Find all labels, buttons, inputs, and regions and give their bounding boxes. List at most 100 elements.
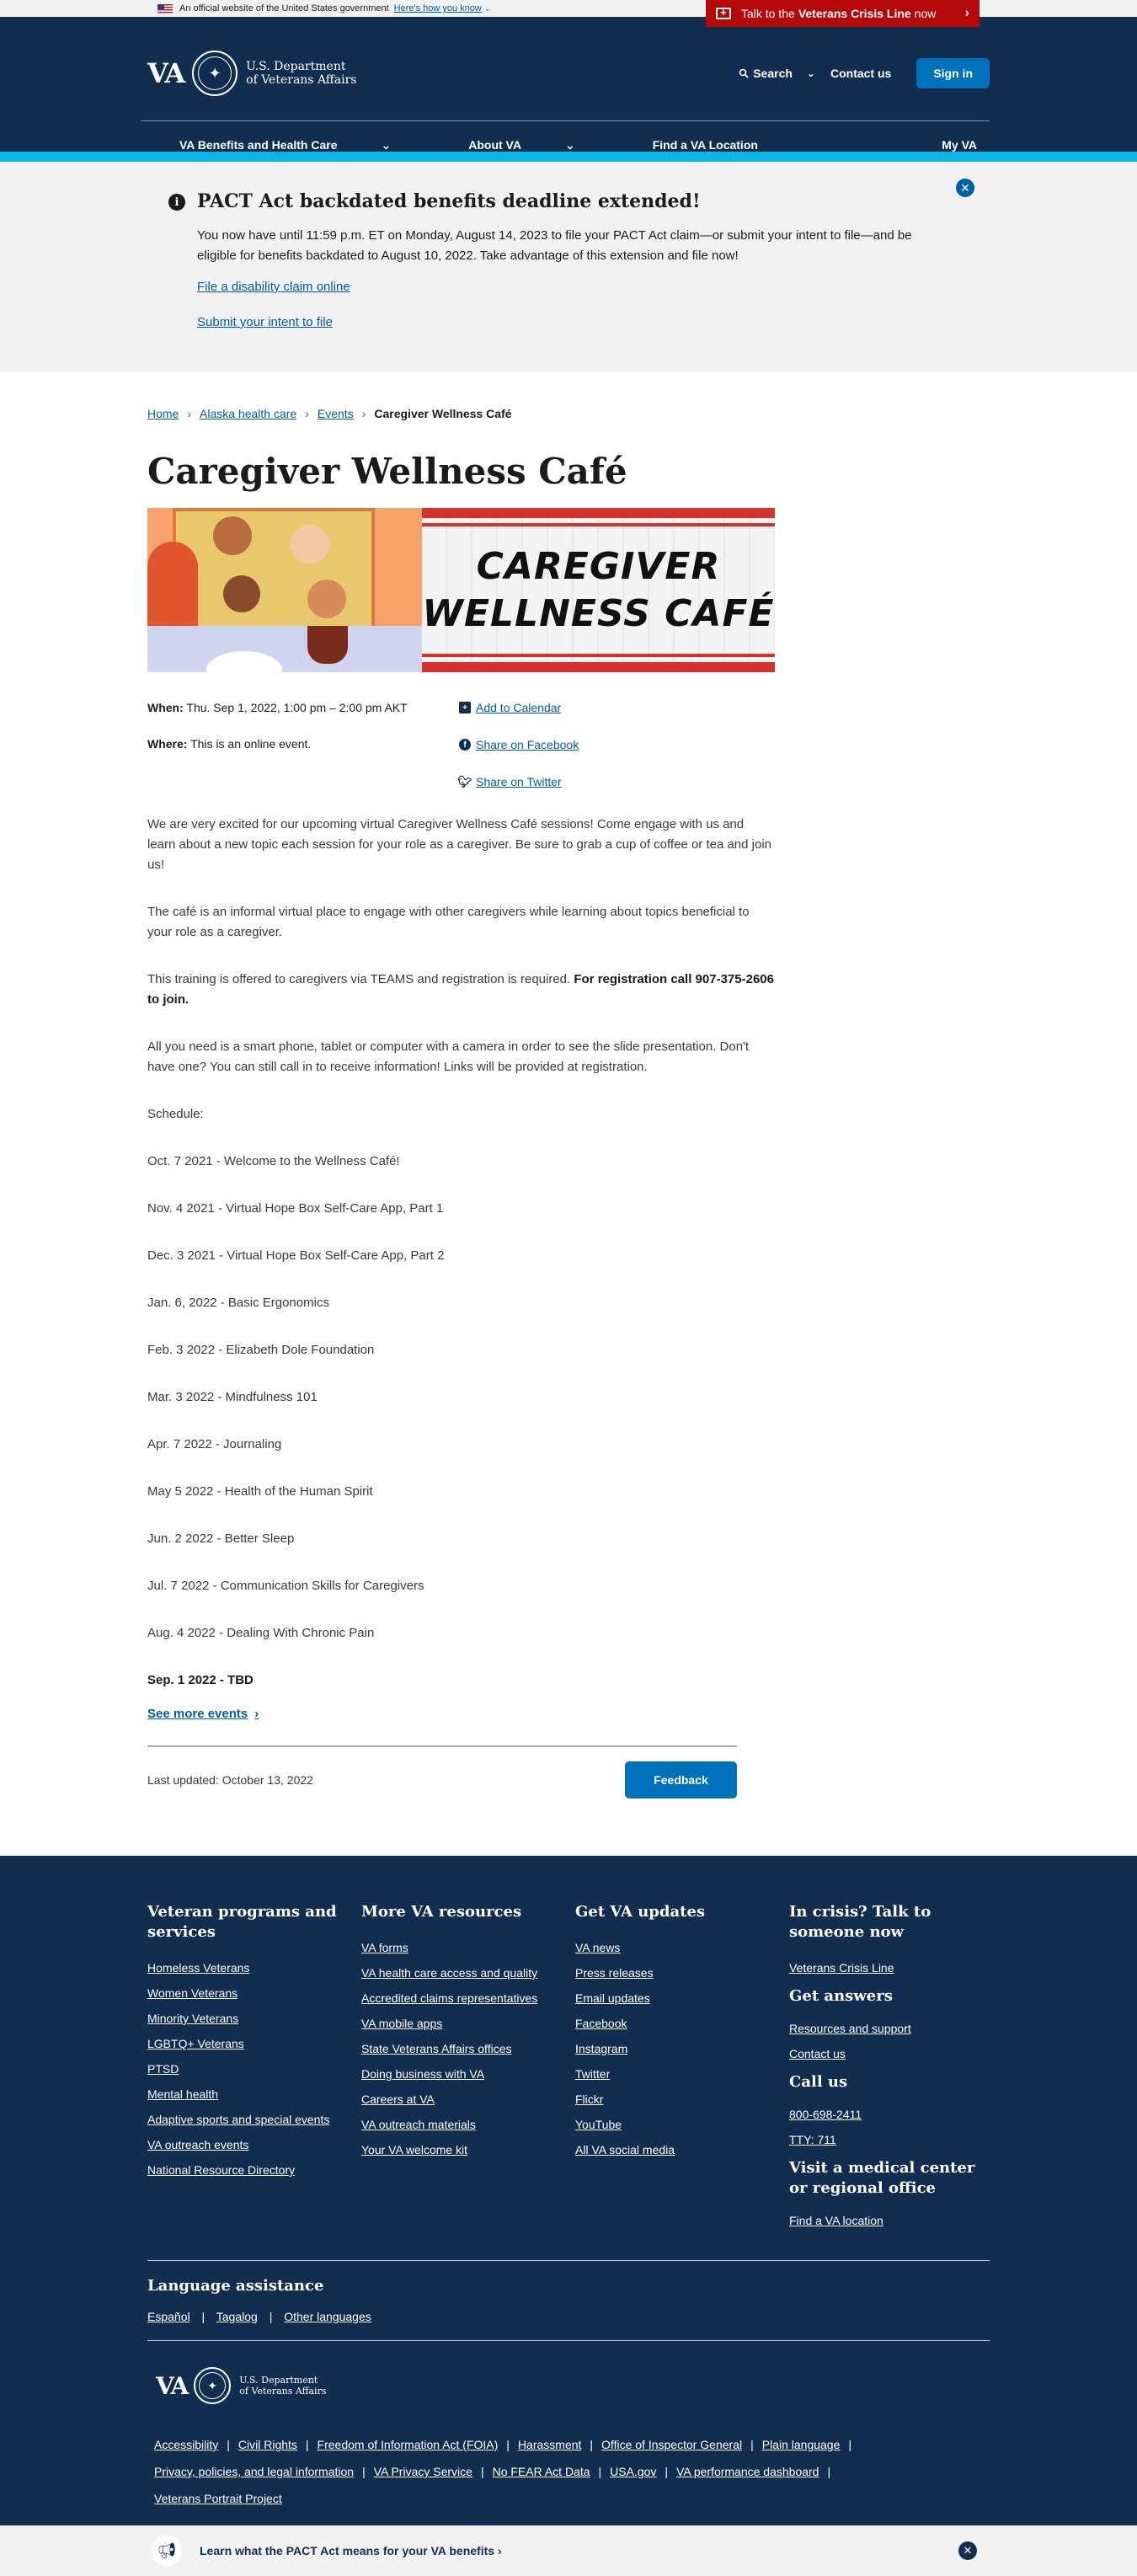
breadcrumb-current: Caregiver Wellness Café (374, 407, 512, 420)
divider: | (590, 2438, 594, 2451)
add-calendar-action[interactable]: + Add to Calendar (459, 701, 561, 714)
share-facebook-action[interactable]: f Share on Facebook (459, 738, 579, 751)
footer-link[interactable]: VA outreach materials (361, 2118, 575, 2131)
footer-link[interactable]: PTSD (147, 2062, 361, 2076)
footer-link[interactable]: Email updates (575, 1991, 789, 2005)
footer-link[interactable]: VA health care access and quality (361, 1966, 575, 1980)
close-icon[interactable]: ✕ (958, 2541, 977, 2560)
footer-link[interactable]: Minority Veterans (147, 2012, 361, 2025)
search-button[interactable]: Search ⌄ (739, 67, 815, 80)
footer-link[interactable]: State Veterans Affairs offices (361, 2042, 575, 2055)
file-claim-link[interactable]: File a disability claim online (197, 280, 350, 294)
footer-tty-link[interactable]: TTY: 711 (789, 2133, 1003, 2146)
footer-link[interactable]: Press releases (575, 1966, 789, 1980)
footer-resources-link[interactable]: Resources and support (789, 2022, 1003, 2035)
share-twitter-link[interactable]: Share on Twitter (476, 775, 562, 788)
footer-link[interactable]: Accredited claims representatives (361, 1991, 575, 2005)
contact-us-link[interactable]: Contact us (830, 67, 891, 80)
footer-link[interactable]: Instagram (575, 2042, 789, 2055)
how-you-know-link[interactable]: Here's how you know (394, 3, 482, 13)
breadcrumb-separator-icon: › (187, 407, 192, 420)
breadcrumb-events[interactable]: Events (318, 407, 354, 420)
breadcrumb-home[interactable]: Home (147, 407, 179, 420)
footer-bottom-link[interactable]: Freedom of Information Act (FOIA) (318, 2438, 499, 2451)
nav-about-va[interactable]: About VA ⌄ (430, 138, 613, 152)
footer-bottom-link[interactable]: Accessibility (154, 2438, 218, 2451)
footer-link[interactable]: VA outreach events (147, 2138, 361, 2151)
footer-crisis-line-link[interactable]: Veterans Crisis Line (789, 1961, 1003, 1975)
divider: | (362, 2465, 366, 2478)
footer-link[interactable]: Twitter (575, 2067, 789, 2081)
footer-link[interactable]: Adaptive sports and special events (147, 2113, 361, 2126)
footer-find-location-link[interactable]: Find a VA location (789, 2214, 1003, 2227)
footer-bottom-link[interactable]: Harassment (518, 2438, 581, 2451)
intent-to-file-link[interactable]: Submit your intent to file (197, 315, 333, 329)
footer-bottom-link[interactable]: USA.gov (610, 2465, 656, 2478)
schedule-item: Feb. 3 2022 - Elizabeth Dole Foundation (147, 1343, 375, 1357)
footer-bottom-link[interactable]: VA Privacy Service (374, 2465, 472, 2478)
language-assistance: Language assistance Español | Tagalog | … (147, 2277, 371, 2324)
lang-espanol-link[interactable]: Español (147, 2310, 190, 2323)
alert-title: PACT Act backdated benefits deadline ext… (197, 190, 701, 212)
footer-link[interactable]: Homeless Veterans (147, 1961, 361, 1975)
footer-link[interactable]: Mental health (147, 2087, 361, 2101)
pact-act-link[interactable]: Learn what the PACT Act means for your V… (200, 2544, 502, 2557)
footer-bottom-link[interactable]: No FEAR Act Data (493, 2465, 590, 2478)
footer-va-logo[interactable]: VA ✦ U.S. Department of Veterans Affairs (156, 2367, 326, 2404)
footer-link[interactable]: VA forms (361, 1941, 575, 1954)
see-more-events-link[interactable]: See more events › (147, 1704, 259, 1724)
nav-my-va[interactable]: My VA (922, 138, 990, 152)
divider: | (665, 2465, 669, 2478)
footer-link[interactable]: National Resource Directory (147, 2163, 361, 2177)
footer-bottom-link[interactable]: Civil Rights (238, 2438, 297, 2451)
nav-benefits[interactable]: VA Benefits and Health Care ⌄ (141, 138, 430, 152)
share-twitter-action[interactable]: 🐦︎ Share on Twitter (457, 775, 562, 789)
hero-illustration (147, 508, 422, 672)
search-icon (739, 68, 749, 78)
feedback-button[interactable]: Feedback (625, 1761, 737, 1798)
lang-tagalog-link[interactable]: Tagalog (216, 2310, 258, 2323)
footer-contact-link[interactable]: Contact us (789, 2047, 1003, 2060)
footer-link[interactable]: Women Veterans (147, 1986, 361, 2000)
footer-link[interactable]: Doing business with VA (361, 2067, 575, 2081)
footer-link[interactable]: LGBTQ+ Veterans (147, 2037, 361, 2050)
crisis-line-button[interactable]: Talk to the Veterans Crisis Line now › (706, 0, 980, 27)
footer-bottom-link[interactable]: VA performance dashboard (676, 2465, 819, 2478)
official-text: An official website of the United States… (179, 3, 389, 13)
p3-plain: This training is offered to caregivers v… (147, 972, 571, 986)
footer-link[interactable]: Facebook (575, 2017, 789, 2030)
hero-title-panel: CAREGIVER WELLNESS CAFÉ (422, 508, 775, 672)
footer-bottom-link[interactable]: Plain language (762, 2438, 841, 2451)
where-value: This is an online event. (190, 737, 312, 751)
schedule-label: Schedule: (147, 1107, 204, 1121)
footer-link[interactable]: VA mobile apps (361, 2017, 575, 2030)
footer-link[interactable]: All VA social media (575, 2143, 789, 2156)
event-when: When: Thu. Sep 1, 2022, 1:00 pm – 2:00 p… (147, 701, 408, 714)
nav-find-location[interactable]: Find a VA Location (614, 138, 797, 152)
sign-in-button[interactable]: Sign in (916, 58, 990, 88)
footer-link[interactable]: Careers at VA (361, 2092, 575, 2106)
footer-link[interactable]: Flickr (575, 2092, 789, 2106)
share-facebook-link[interactable]: Share on Facebook (476, 738, 579, 751)
schedule-item: Dec. 3 2021 - Virtual Hope Box Self-Care… (147, 1248, 445, 1263)
crisis-suffix: now (914, 7, 937, 20)
va-seal-icon: ✦ (192, 51, 238, 96)
footer-phone-link[interactable]: 800-698-2411 (789, 2108, 1003, 2121)
schedule-item-last: Sep. 1 2022 - TBD (147, 1673, 254, 1687)
footer-bottom-link[interactable]: Veterans Portrait Project (154, 2492, 282, 2505)
footer-link[interactable]: YouTube (575, 2118, 789, 2131)
see-more-label: See more events (147, 1707, 248, 1721)
close-icon[interactable]: ✕ (956, 179, 974, 197)
footer-link[interactable]: VA news (575, 1941, 789, 1954)
breadcrumb-alaska[interactable]: Alaska health care (200, 407, 296, 420)
va-logo[interactable]: VA ✦ U.S. Department of Veterans Affairs (147, 51, 356, 96)
hero-image: CAREGIVER WELLNESS CAFÉ (147, 508, 775, 672)
divider: | (750, 2438, 754, 2451)
chevron-down-icon: ⌄ (806, 67, 815, 79)
add-calendar-link[interactable]: Add to Calendar (476, 701, 561, 714)
lang-other-link[interactable]: Other languages (284, 2310, 371, 2323)
footer-bottom-link[interactable]: Privacy, policies, and legal information (154, 2465, 354, 2478)
footer-link[interactable]: Your VA welcome kit (361, 2143, 575, 2156)
chevron-down-icon[interactable]: ⌄ (484, 4, 491, 13)
footer-bottom-link[interactable]: Office of Inspector General (601, 2438, 742, 2451)
